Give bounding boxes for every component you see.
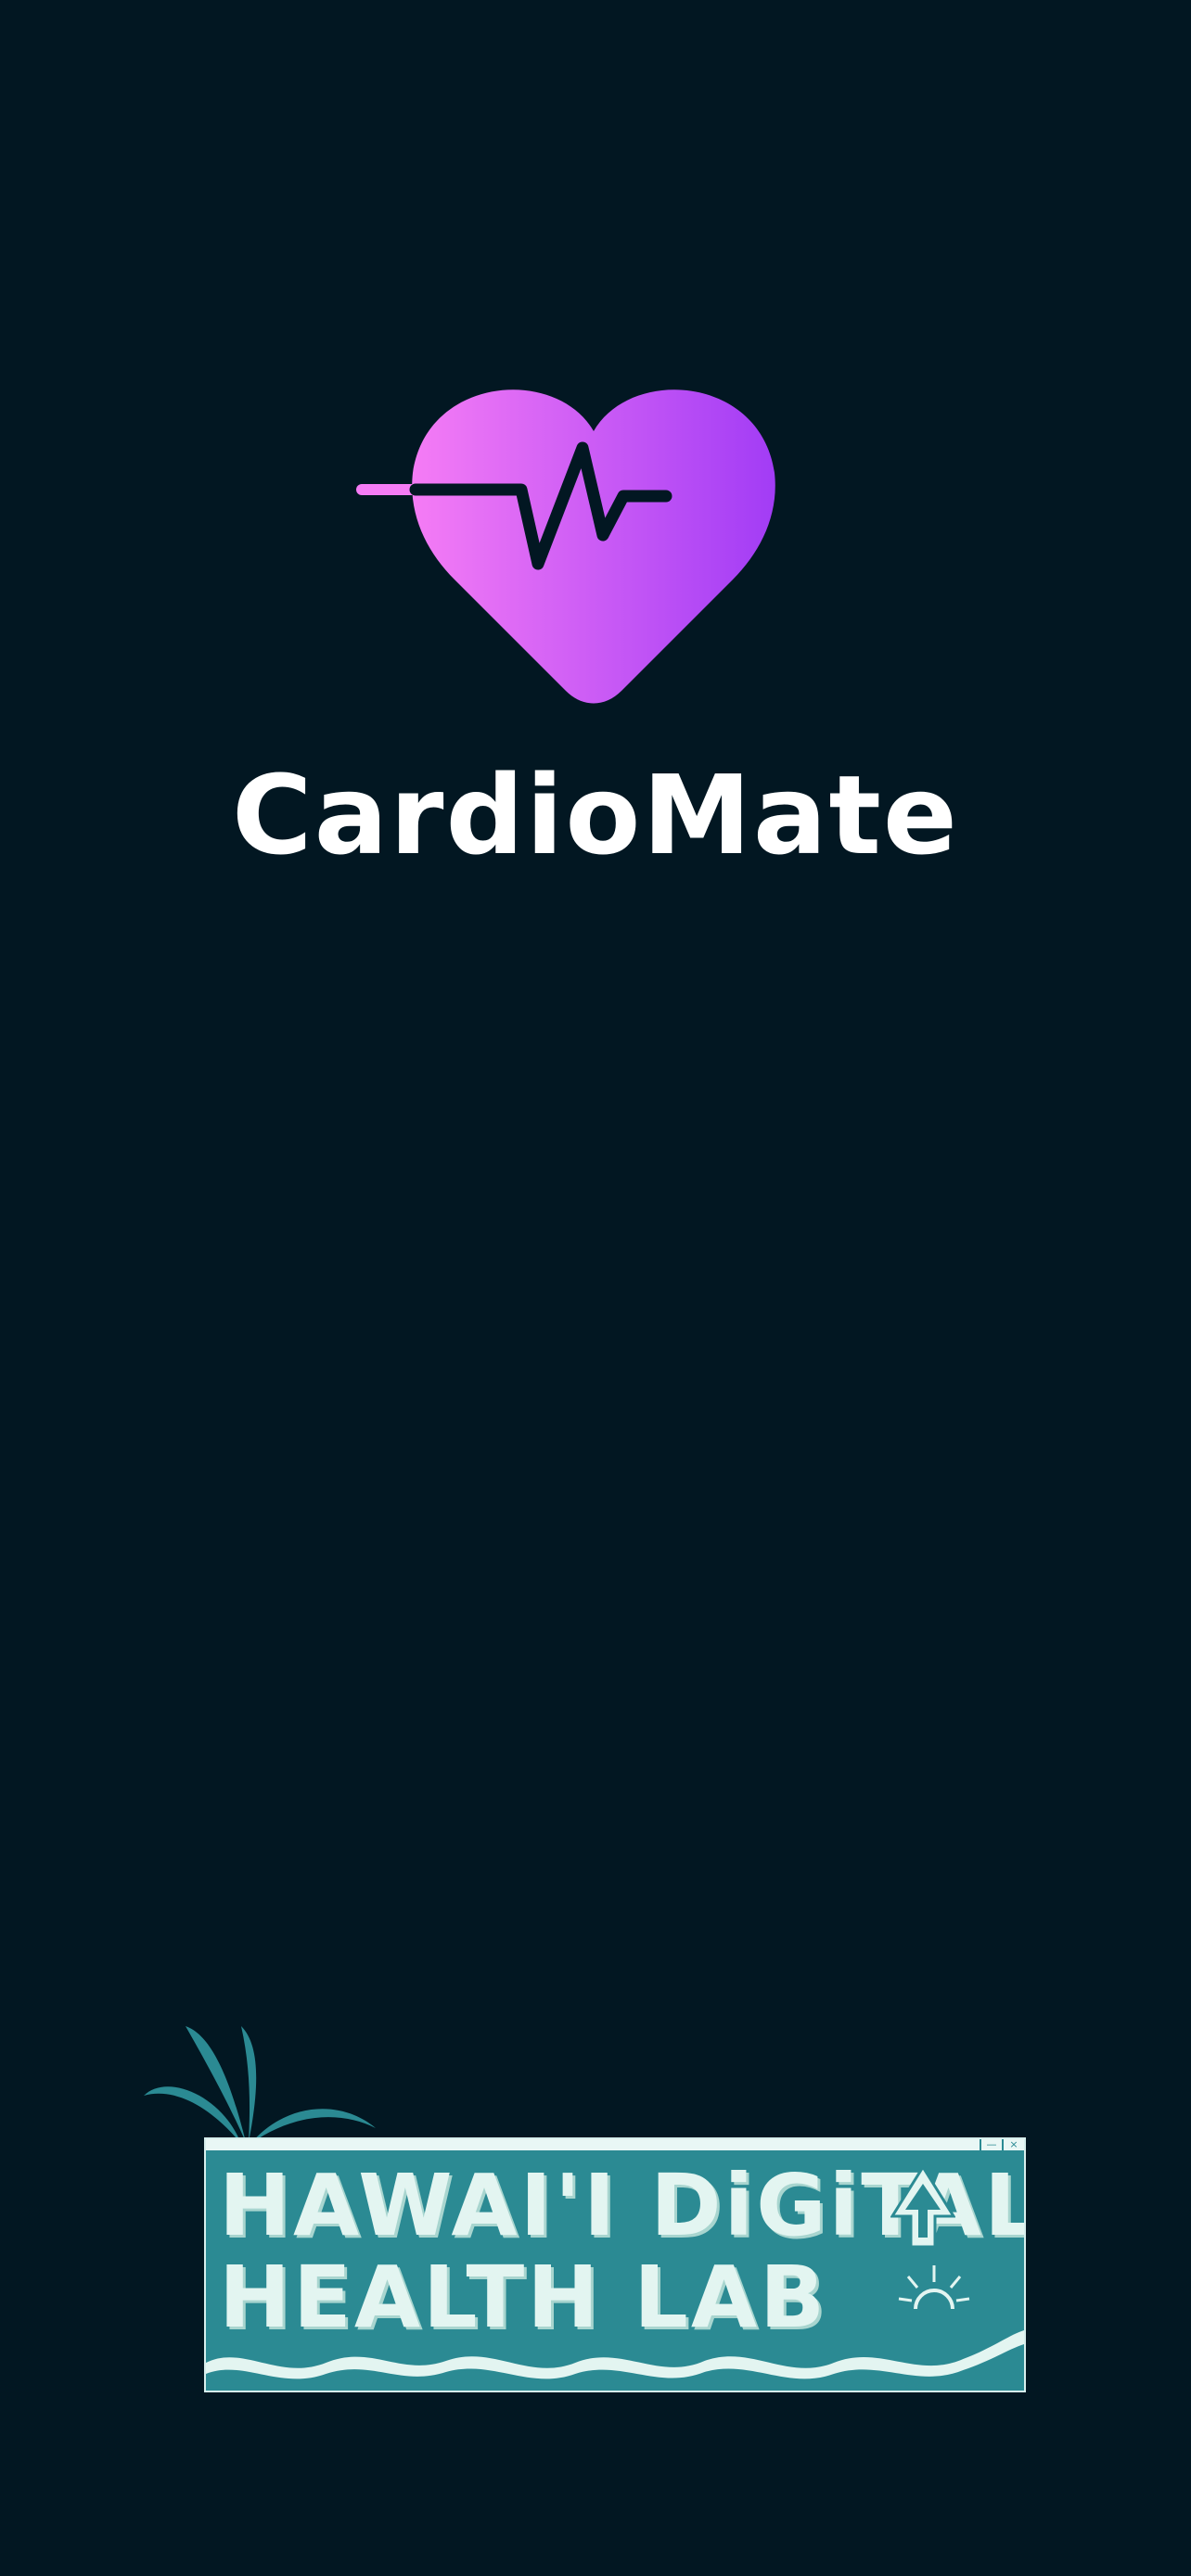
wave-icon (206, 2330, 1024, 2391)
minimize-icon: — (980, 2139, 1002, 2150)
close-icon: × (1002, 2139, 1024, 2150)
lab-logo-window: — × HAWAI'I DiGiTAL HEALTH LAB (204, 2137, 1026, 2392)
window-titlebar: — × (206, 2139, 1024, 2150)
lab-logo: — × HAWAI'I DiGiTAL HEALTH LAB (139, 2021, 1030, 2402)
sun-icon (898, 2265, 970, 2310)
heart-pulse-icon (356, 389, 775, 704)
app-name: CardioMate (232, 751, 959, 879)
cursor-arrow-icon (890, 2165, 955, 2249)
palm-leaves-icon (144, 2026, 376, 2144)
heart-shape (412, 389, 775, 704)
